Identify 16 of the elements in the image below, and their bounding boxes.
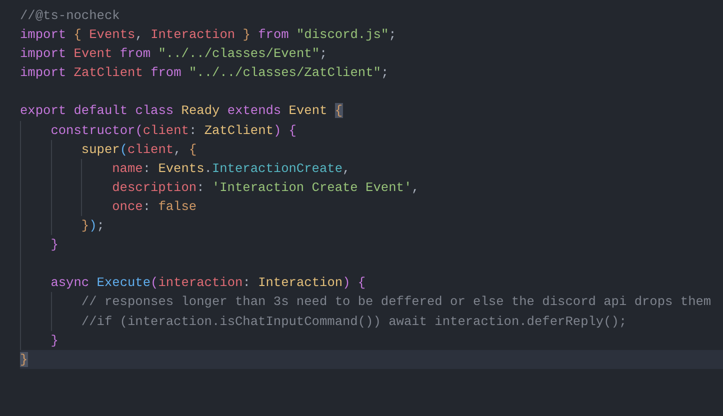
code-line: import ZatClient from "../../classes/ZatClient"; <box>20 64 390 82</box>
code-line: //@ts-nocheck <box>20 7 121 25</box>
code-line: constructor(client: ZatClient) { <box>20 120 723 140</box>
code-line: import { Events, Interaction } from "discord.js"; <box>20 26 398 44</box>
code-line: once: false <box>20 196 723 216</box>
code-line: } <box>20 330 723 350</box>
code-line: }); <box>20 216 723 236</box>
code-line: description: 'Interaction Create Event', <box>20 178 723 197</box>
code-line: // responses longer than 3s need to be deffered or else the discord api drops them <box>20 292 723 312</box>
code-line: super(client, { <box>20 140 723 159</box>
code-line: //if (interaction.isChatInputCommand()) await interaction.deferReply(); <box>20 312 723 331</box>
code-line: } <box>20 235 723 254</box>
code-line: name: Events.InteractionCreate, <box>20 158 723 178</box>
code-line: import Event from "../../classes/Event"; <box>20 45 328 64</box>
code-line: async Execute(interaction: Interaction) { <box>20 273 723 292</box>
code-line: export default class Ready extends Event { <box>20 102 344 120</box>
